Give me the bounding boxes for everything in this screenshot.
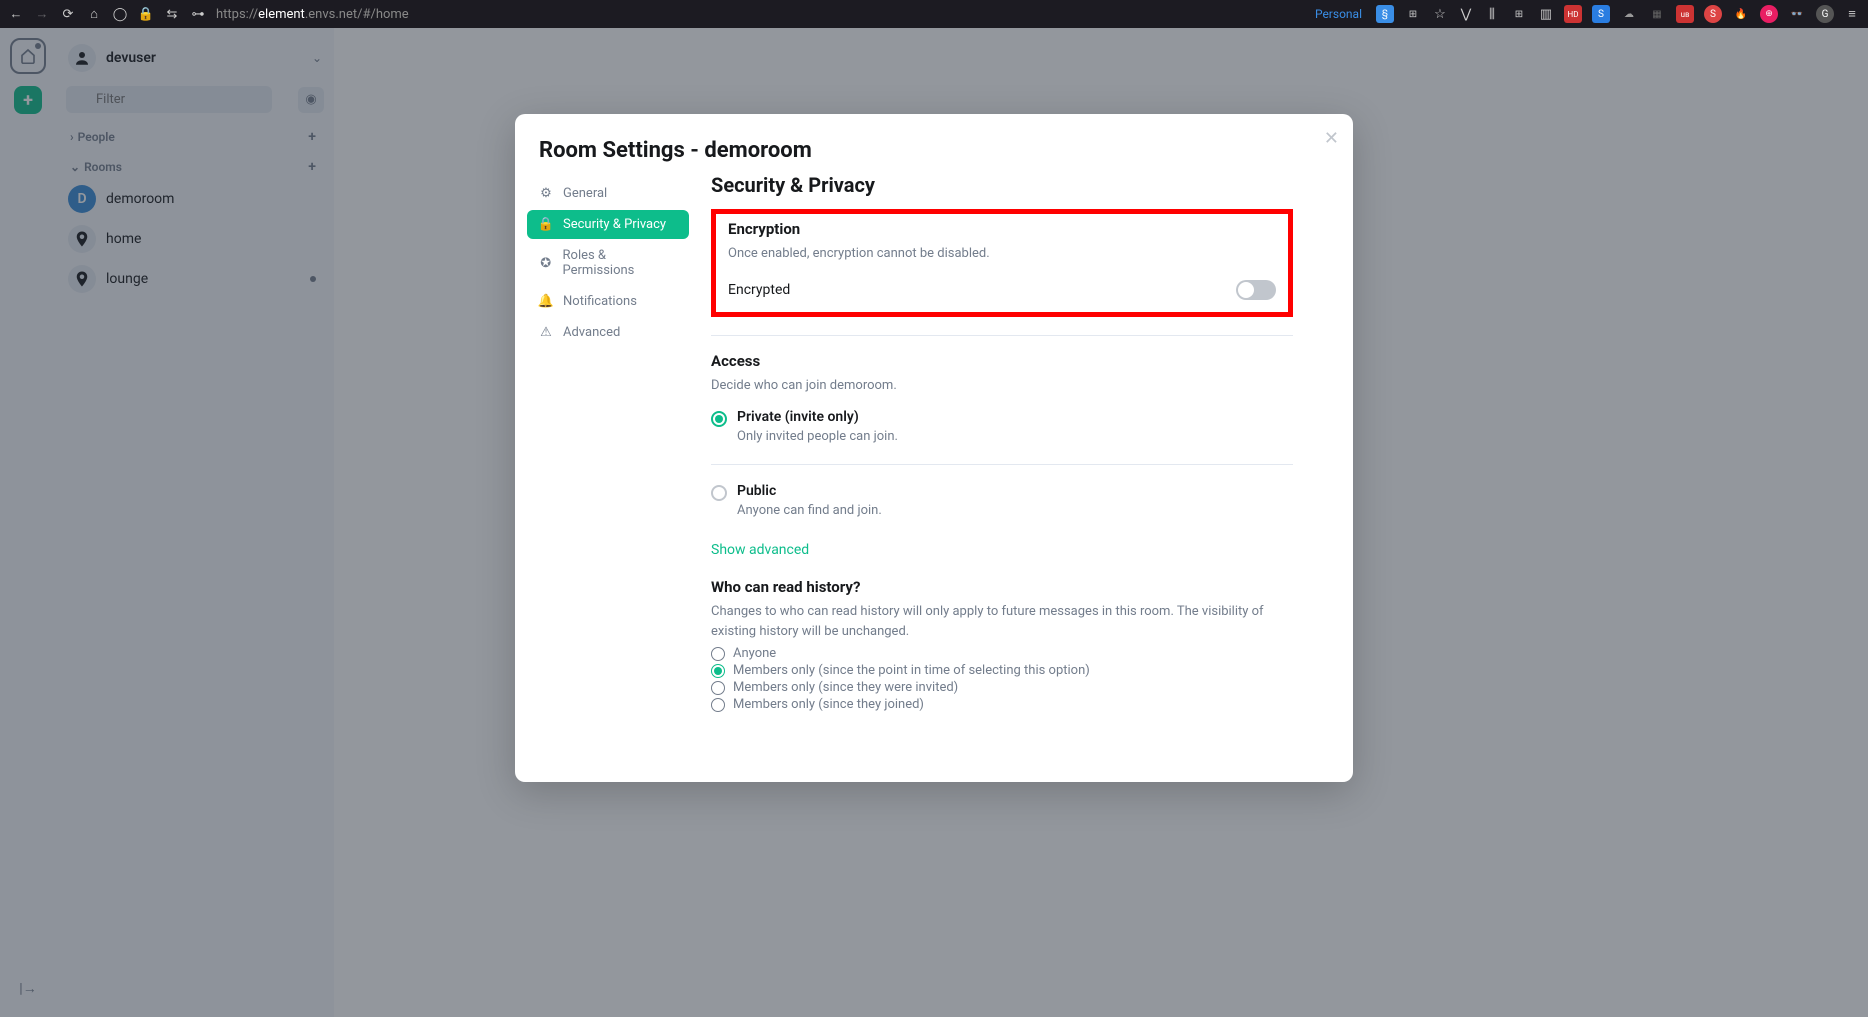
lock-icon: 🔒: [539, 217, 553, 232]
history-option-anyone[interactable]: Anyone: [711, 645, 1293, 662]
url-suffix: .envs.net/#/home: [305, 7, 409, 22]
lock-icon: 🔒: [138, 6, 154, 22]
nav-general[interactable]: ⚙ General: [527, 179, 689, 208]
close-button[interactable]: ✕: [1324, 128, 1339, 149]
reader-icon[interactable]: ▥: [1538, 6, 1554, 22]
access-desc: Decide who can join demoroom.: [711, 376, 1293, 396]
radio-icon: [711, 647, 725, 661]
history-desc: Changes to who can read history will onl…: [711, 602, 1293, 641]
ext-pink-icon[interactable]: ⊕: [1760, 5, 1778, 23]
radio-label: Members only (since they were invited): [733, 680, 958, 695]
radio-icon: [711, 698, 725, 712]
radio-icon: [711, 681, 725, 695]
history-option-members-since-selection[interactable]: Members only (since the point in time of…: [711, 662, 1293, 679]
radio-icon: [711, 411, 727, 427]
ext-icon-2[interactable]: ⊞: [1510, 5, 1528, 23]
radio-label: Members only (since they joined): [733, 697, 924, 712]
ext-glasses-icon[interactable]: 👓: [1788, 5, 1806, 23]
radio-desc: Only invited people can join.: [737, 429, 898, 444]
menu-icon[interactable]: ≡: [1844, 6, 1860, 22]
nav-advanced[interactable]: ⚠ Advanced: [527, 318, 689, 347]
gear-icon: ⚙: [539, 186, 553, 201]
nav-label: Notifications: [563, 294, 637, 309]
radio-desc: Anyone can find and join.: [737, 503, 882, 518]
history-option-members-since-invited[interactable]: Members only (since they were invited): [711, 679, 1293, 696]
encryption-toggle[interactable]: [1236, 280, 1276, 300]
shield-icon[interactable]: ◯: [112, 6, 128, 22]
encryption-title: Encryption: [728, 220, 1276, 238]
radio-label: Private (invite only): [737, 409, 898, 425]
ext-icon-1[interactable]: §: [1376, 5, 1394, 23]
nav-roles[interactable]: ✪ Roles & Permissions: [527, 241, 689, 285]
ext-fire-icon[interactable]: 🔥: [1732, 5, 1750, 23]
nav-label: Roles & Permissions: [563, 248, 677, 278]
radio-icon: [711, 485, 727, 501]
history-option-members-since-joined[interactable]: Members only (since they joined): [711, 696, 1293, 713]
url-domain: element: [258, 7, 305, 22]
encryption-desc: Once enabled, encryption cannot be disab…: [728, 244, 1276, 264]
history-title: Who can read history?: [711, 578, 1293, 596]
nav-label: General: [563, 186, 607, 201]
room-settings-dialog: ✕ Room Settings - demoroom ⚙ General 🔒 S…: [515, 114, 1353, 782]
divider: [711, 335, 1293, 336]
settings-nav: ⚙ General 🔒 Security & Privacy ✪ Roles &…: [515, 173, 701, 782]
ext-icon-grid[interactable]: ⊞: [1404, 5, 1422, 23]
stats-icon[interactable]: ⫼: [1484, 6, 1500, 22]
ext-ub-icon[interactable]: uʙ: [1676, 5, 1694, 23]
key-icon[interactable]: ⊶: [190, 6, 206, 22]
forward-icon[interactable]: →: [34, 6, 50, 22]
badge-icon: ✪: [539, 256, 553, 271]
radio-label: Members only (since the point in time of…: [733, 663, 1090, 678]
nav-notifications[interactable]: 🔔 Notifications: [527, 287, 689, 316]
nav-label: Security & Privacy: [563, 217, 666, 232]
radio-icon: [711, 664, 725, 678]
nav-security[interactable]: 🔒 Security & Privacy: [527, 210, 689, 239]
ext-s-icon[interactable]: S: [1592, 5, 1610, 23]
settings-content: Security & Privacy Encryption Once enabl…: [701, 173, 1353, 782]
ext-gray-icon[interactable]: G: [1816, 5, 1834, 23]
pocket-icon[interactable]: ⋁: [1458, 6, 1474, 22]
radio-label: Anyone: [733, 646, 776, 661]
back-icon[interactable]: ←: [8, 6, 24, 22]
ext-hd-icon[interactable]: HD: [1564, 5, 1582, 23]
dialog-title: Room Settings - demoroom: [515, 114, 1353, 173]
bookmark-icon[interactable]: ☆: [1432, 6, 1448, 22]
warning-icon: ⚠: [539, 325, 553, 340]
settings-url-icon[interactable]: ⇆: [164, 6, 180, 22]
access-title: Access: [711, 352, 1293, 370]
bell-icon: 🔔: [539, 294, 553, 309]
show-advanced-link[interactable]: Show advanced: [711, 542, 1293, 558]
access-option-private[interactable]: Private (invite only) Only invited peopl…: [711, 407, 1293, 456]
home-icon[interactable]: ⌂: [86, 6, 102, 22]
reload-icon[interactable]: ⟳: [60, 6, 76, 22]
content-heading: Security & Privacy: [711, 173, 1293, 197]
encryption-toggle-label: Encrypted: [728, 282, 790, 298]
radio-label: Public: [737, 483, 882, 499]
nav-label: Advanced: [563, 325, 620, 340]
container-label[interactable]: Personal: [1315, 7, 1362, 21]
access-option-public[interactable]: Public Anyone can find and join.: [711, 481, 1293, 530]
ext-cloud-icon[interactable]: ☁: [1620, 5, 1638, 23]
dialog-overlay[interactable]: ✕ Room Settings - demoroom ⚙ General 🔒 S…: [0, 28, 1868, 1017]
encryption-highlight: Encryption Once enabled, encryption cann…: [711, 209, 1293, 317]
browser-toolbar: ← → ⟳ ⌂ ◯ 🔒 ⇆ ⊶ https://element.envs.net…: [0, 0, 1868, 28]
divider: [711, 464, 1293, 465]
url-bar[interactable]: https://element.envs.net/#/home: [216, 7, 409, 22]
url-prefix: https://: [216, 7, 258, 22]
ext-red-s-icon[interactable]: S: [1704, 5, 1722, 23]
ext-dim-icon[interactable]: ▦: [1648, 5, 1666, 23]
